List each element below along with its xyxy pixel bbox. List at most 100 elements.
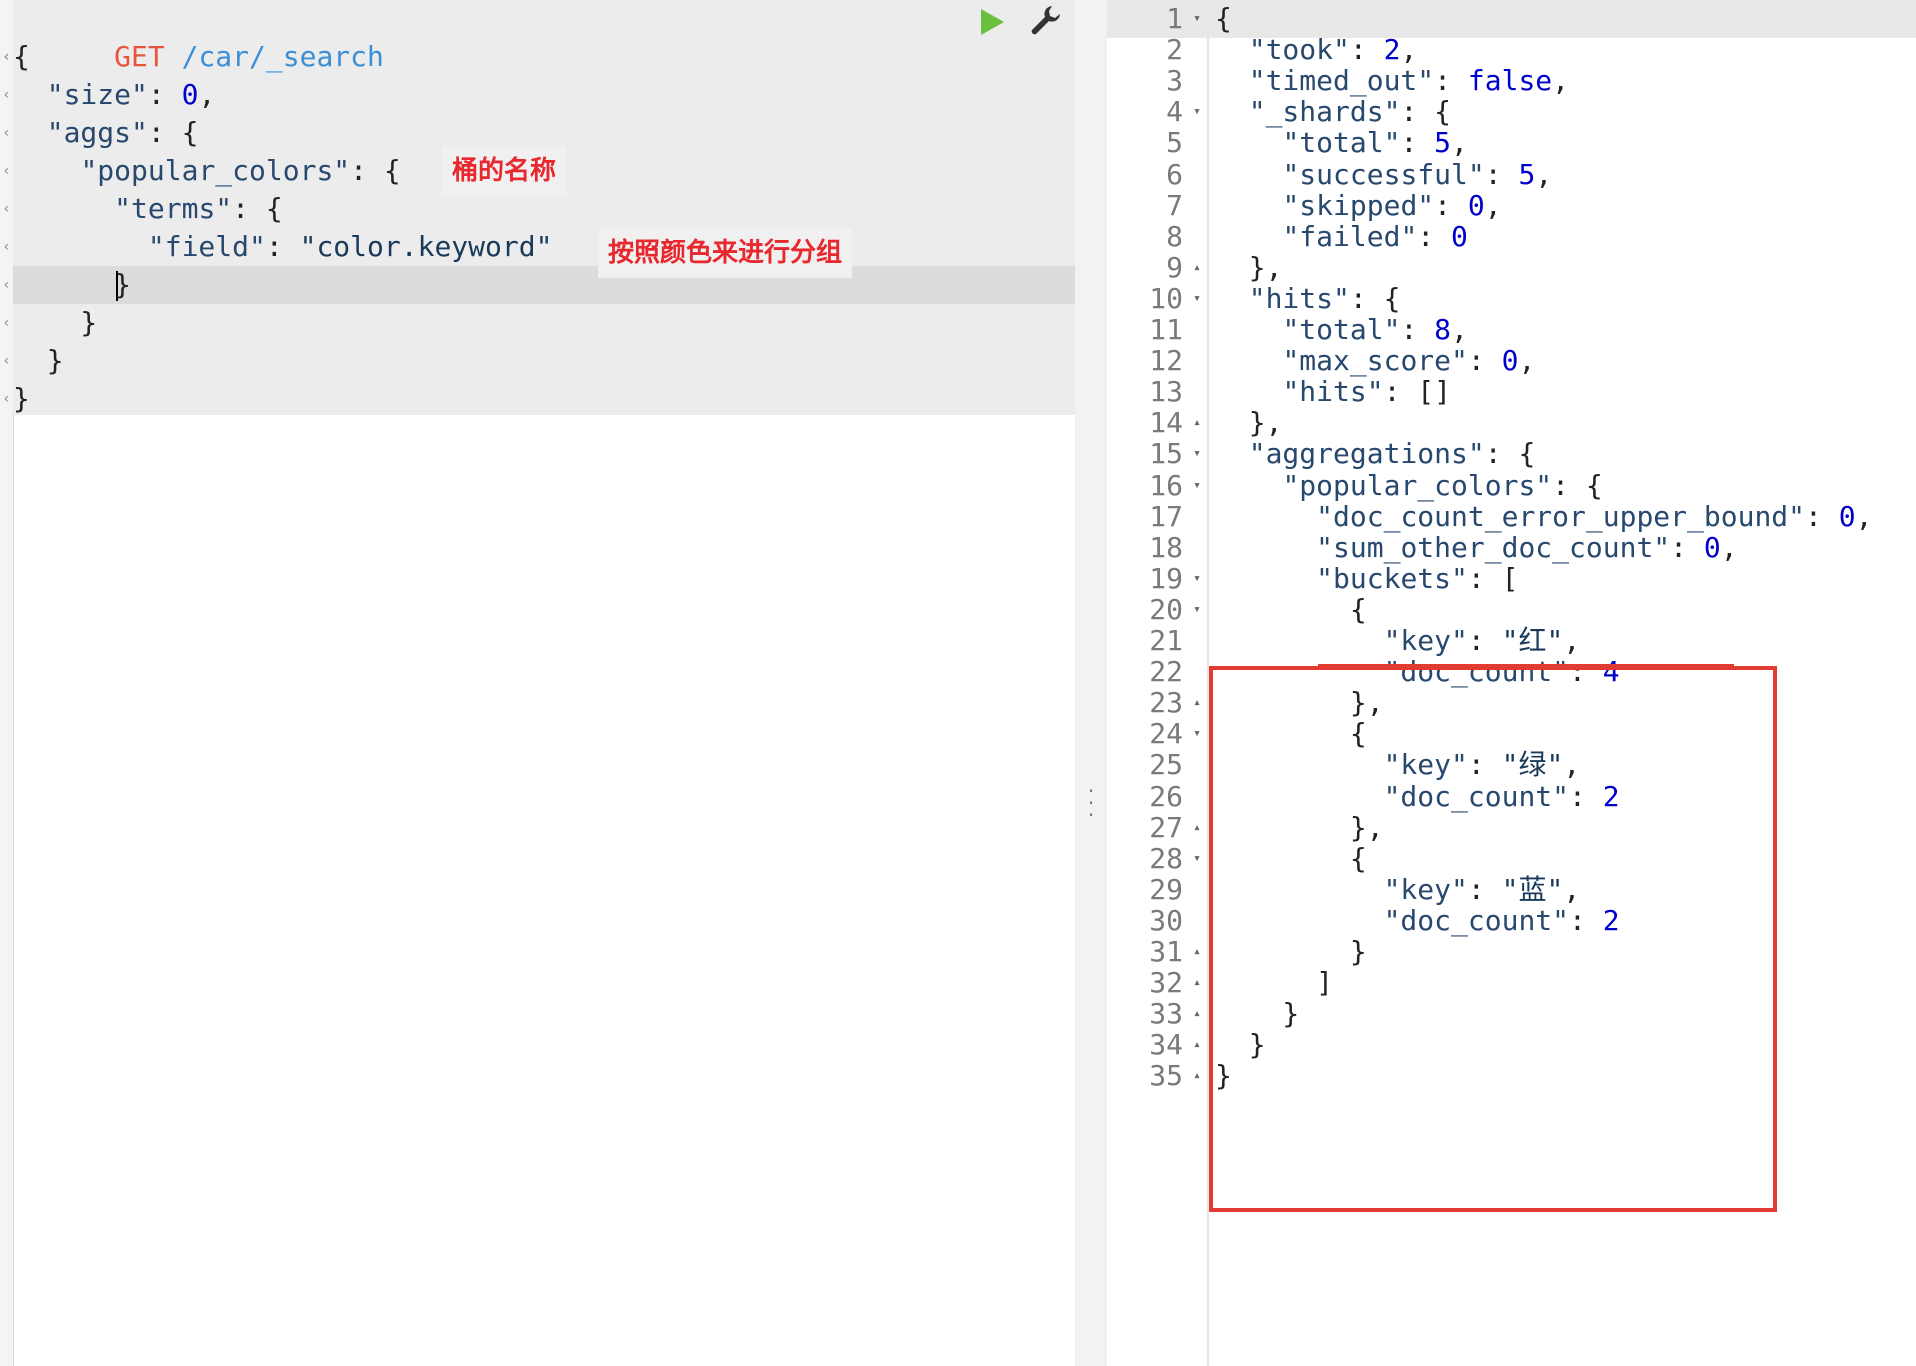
code-token: 4 <box>1602 655 1620 689</box>
fold-toggle-icon[interactable]: ‹ <box>0 114 13 152</box>
code-token: { <box>1215 2 1232 35</box>
code-token: : <box>1417 219 1452 253</box>
code-token: , <box>1518 344 1536 378</box>
vertical-dots-icon[interactable]: · · · <box>1083 781 1099 825</box>
code-token: "key" <box>1383 748 1468 782</box>
request-code-line[interactable]: ‹ "size": 0, <box>2 76 1075 114</box>
code-token: : <box>1484 157 1519 191</box>
wrench-icon[interactable] <box>1028 4 1062 40</box>
code-token: "popular_colors" <box>1282 468 1553 502</box>
code-token: : <box>1569 779 1603 813</box>
request-editor-pane[interactable]: ‹ GET /car/_search ‹{‹ "size": 0, ‹ "aggs"… <box>0 0 1075 1366</box>
annotation-group-by-color: 按照颜色来进行分组 <box>598 228 853 278</box>
code-token: 5 <box>1434 126 1452 160</box>
code-token: , <box>1400 33 1418 67</box>
fold-toggle-icon[interactable]: ‹ <box>0 152 13 190</box>
request-code-line[interactable]: ‹} <box>2 380 1075 418</box>
code-token: false <box>1467 64 1553 98</box>
code-token: "doc_count" <box>1383 779 1570 813</box>
code-token: : <box>1805 499 1839 533</box>
code-token: 0 <box>1501 344 1519 378</box>
fold-toggle-icon[interactable]: ‹ <box>0 190 13 228</box>
line-number: 35 ▴ <box>1107 1057 1207 1095</box>
code-token: } <box>1215 935 1367 968</box>
code-token: : { <box>350 154 401 187</box>
code-token: 0 <box>1451 219 1468 253</box>
code-token: : <box>1467 872 1502 906</box>
fold-toggle-icon[interactable]: ‹ <box>0 76 13 114</box>
pane-resize-handle[interactable]: · · · <box>1075 0 1107 1366</box>
code-token: }, <box>1215 250 1283 284</box>
code-token: : <box>1467 344 1502 378</box>
fold-toggle-icon[interactable]: ‹ <box>0 304 13 342</box>
code-token: , <box>1855 499 1873 533</box>
code-token: : <box>1569 655 1603 689</box>
code-token: "红" <box>1501 624 1564 657</box>
code-token: "_shards" <box>1248 95 1401 129</box>
code-token: { <box>1215 592 1367 626</box>
request-line[interactable]: ‹ GET /car/_search <box>2 0 1075 73</box>
code-token: : [ <box>1467 561 1519 595</box>
code-token: "绿" <box>1501 748 1564 782</box>
request-code-line[interactable]: ‹ } <box>2 304 1075 342</box>
code-token: "successful" <box>1282 157 1485 191</box>
code-token: "hits" <box>1282 375 1384 409</box>
fold-toggle-icon[interactable]: ‹ <box>0 342 13 380</box>
code-token: { <box>13 40 30 73</box>
fold-toggle-icon[interactable]: ‹ <box>0 266 13 304</box>
code-token: "total" <box>1282 313 1401 346</box>
request-code-line[interactable]: ‹ "field": "color.keyword" <box>2 228 1075 266</box>
code-token: : <box>265 230 300 263</box>
fold-toggle-icon[interactable]: ‹ <box>0 380 13 418</box>
code-token: : <box>1467 748 1502 782</box>
request-code-area[interactable]: ‹ GET /car/_search ‹{‹ "size": 0, ‹ "aggs"… <box>2 0 1075 418</box>
code-token: { <box>1215 841 1367 875</box>
code-token: : <box>1349 33 1384 67</box>
code-token: "timed_out" <box>1248 64 1435 98</box>
code-token: } <box>13 306 98 339</box>
code-token: } <box>1215 1028 1266 1062</box>
request-code-line[interactable]: ‹ } <box>2 266 1075 304</box>
response-viewer-pane[interactable]: 1 ▾ 2 3 4 ▾ 5 6 7 8 9 ▴ 10 ▾ 11 12 13 14 ▴ 15 ▾ 16 ▾ 17 18 19 ▾ 20 ▾… <box>1107 0 1916 1366</box>
response-code-area[interactable]: { "took": 2, "timed_out": false, "_shard… <box>1209 0 1916 1366</box>
code-token: ] <box>1215 966 1334 1000</box>
code-token: "field" <box>147 230 266 263</box>
request-code-line[interactable]: ‹{ <box>2 38 1075 76</box>
fold-expand-icon[interactable]: ▴ <box>1193 1057 1201 1095</box>
code-token: "doc_count" <box>1383 903 1570 937</box>
code-token: , <box>1563 624 1581 657</box>
code-token: "took" <box>1248 33 1350 67</box>
code-token: , <box>198 78 216 111</box>
code-token: }, <box>1215 686 1384 720</box>
play-icon[interactable] <box>975 6 1007 38</box>
fold-toggle-icon[interactable]: ‹ <box>0 228 13 266</box>
code-token: , <box>1563 748 1581 782</box>
code-token: : { <box>147 116 199 149</box>
line-number-label: 35 <box>1149 1059 1183 1093</box>
code-token: "failed" <box>1282 219 1418 253</box>
fold-toggle-icon[interactable]: ‹ <box>0 38 13 76</box>
code-token: "popular_colors" <box>80 154 351 187</box>
code-token: : { <box>1552 468 1603 502</box>
code-token: : <box>1400 313 1435 346</box>
code-token: 0 <box>1838 499 1856 533</box>
code-token: : <box>147 78 182 111</box>
request-code-line[interactable]: ‹ } <box>2 342 1075 380</box>
code-token: "size" <box>46 78 148 111</box>
code-token: }, <box>1215 406 1283 440</box>
